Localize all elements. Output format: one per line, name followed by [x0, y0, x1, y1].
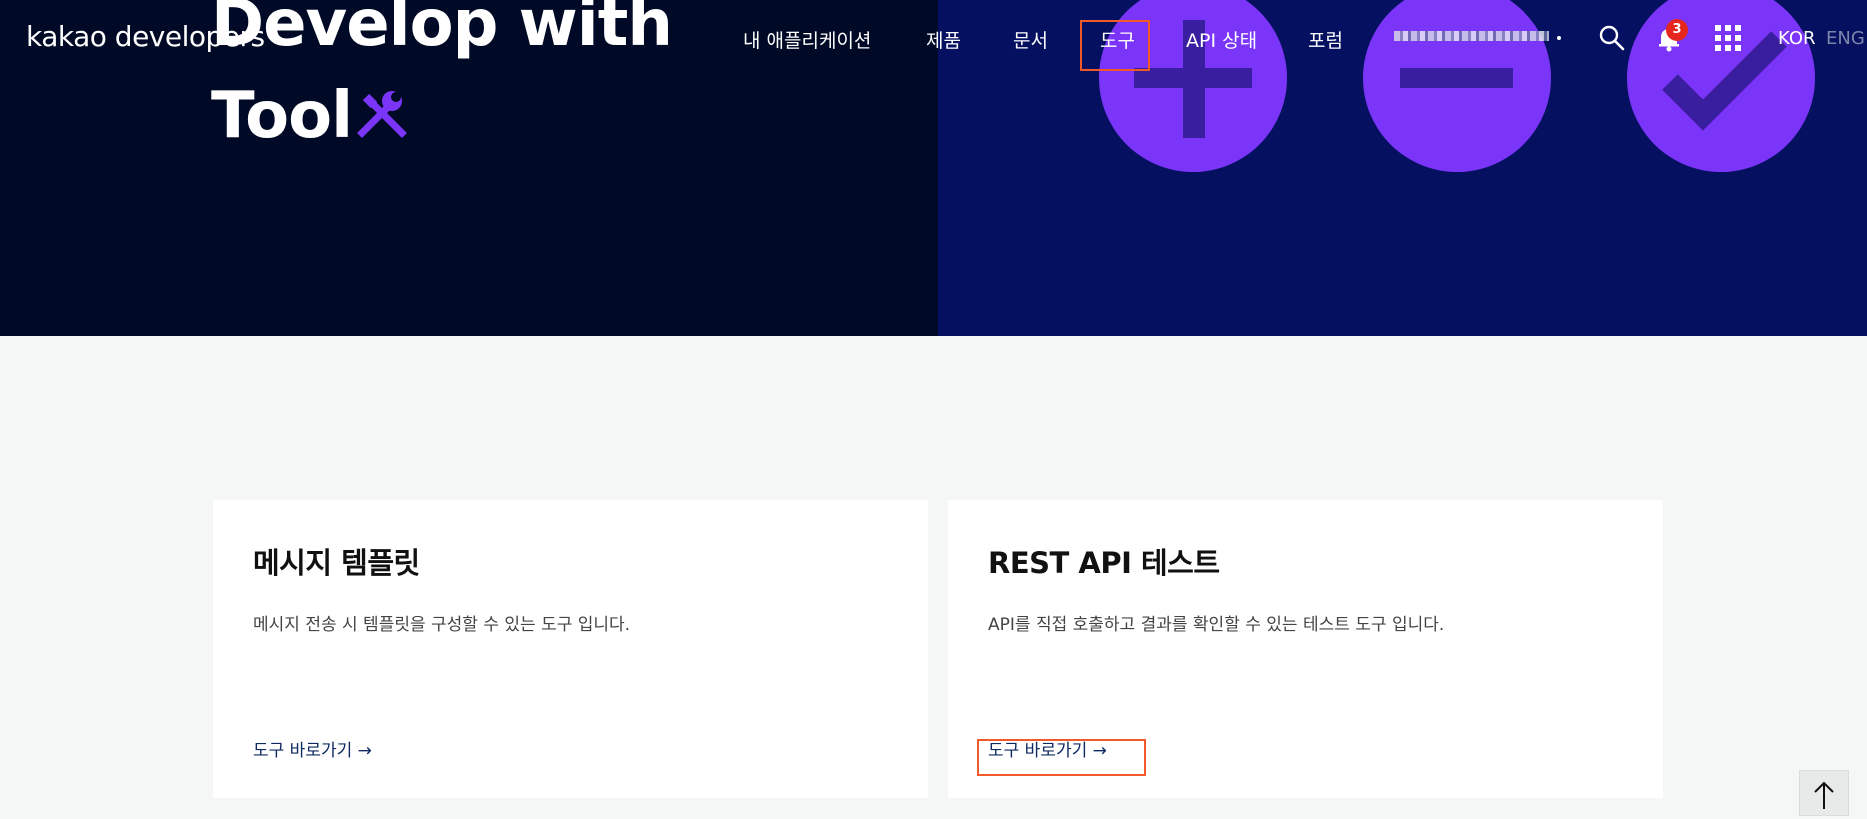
top-nav: 내 애플리케이션 제품 문서 도구 API 상태 포럼 [0, 22, 1867, 62]
wrench-icon [356, 72, 408, 138]
card-title: 메시지 템플릿 [253, 546, 420, 580]
card-message-template: 메시지 템플릿 메시지 전송 시 템플릿을 구성할 수 있는 도구 입니다. 도… [213, 500, 928, 798]
rest-api-link-highlight [977, 739, 1146, 776]
lang-eng[interactable]: ENG [1826, 28, 1865, 49]
arrow-up-icon [1814, 781, 1834, 809]
card-description: API를 직접 호출하고 결과를 확인할 수 있는 테스트 도구 입니다. [988, 615, 1445, 635]
search-icon[interactable] [1598, 24, 1626, 52]
nav-item-products[interactable]: 제품 [926, 26, 961, 53]
notification-badge: 3 [1666, 19, 1688, 41]
tools-nav-highlight [1080, 20, 1150, 71]
nav-item-docs[interactable]: 문서 [1013, 26, 1048, 53]
account-name-obscured[interactable] [1394, 31, 1549, 41]
go-to-tool-link[interactable]: 도구 바로가기 → [253, 736, 372, 761]
nav-item-api-status[interactable]: API 상태 [1186, 26, 1257, 53]
apps-grid-icon[interactable] [1714, 24, 1742, 52]
scroll-to-top-button[interactable] [1799, 770, 1849, 816]
nav-item-my-applications[interactable]: 내 애플리케이션 [743, 26, 871, 53]
lang-kor[interactable]: KOR [1778, 28, 1816, 49]
hero-title-line2: Tool [211, 79, 353, 153]
card-title: REST API 테스트 [988, 546, 1220, 580]
account-menu-dot [1557, 36, 1561, 40]
card-description: 메시지 전송 시 템플릿을 구성할 수 있는 도구 입니다. [253, 615, 631, 635]
nav-item-forum[interactable]: 포럼 [1308, 26, 1343, 53]
